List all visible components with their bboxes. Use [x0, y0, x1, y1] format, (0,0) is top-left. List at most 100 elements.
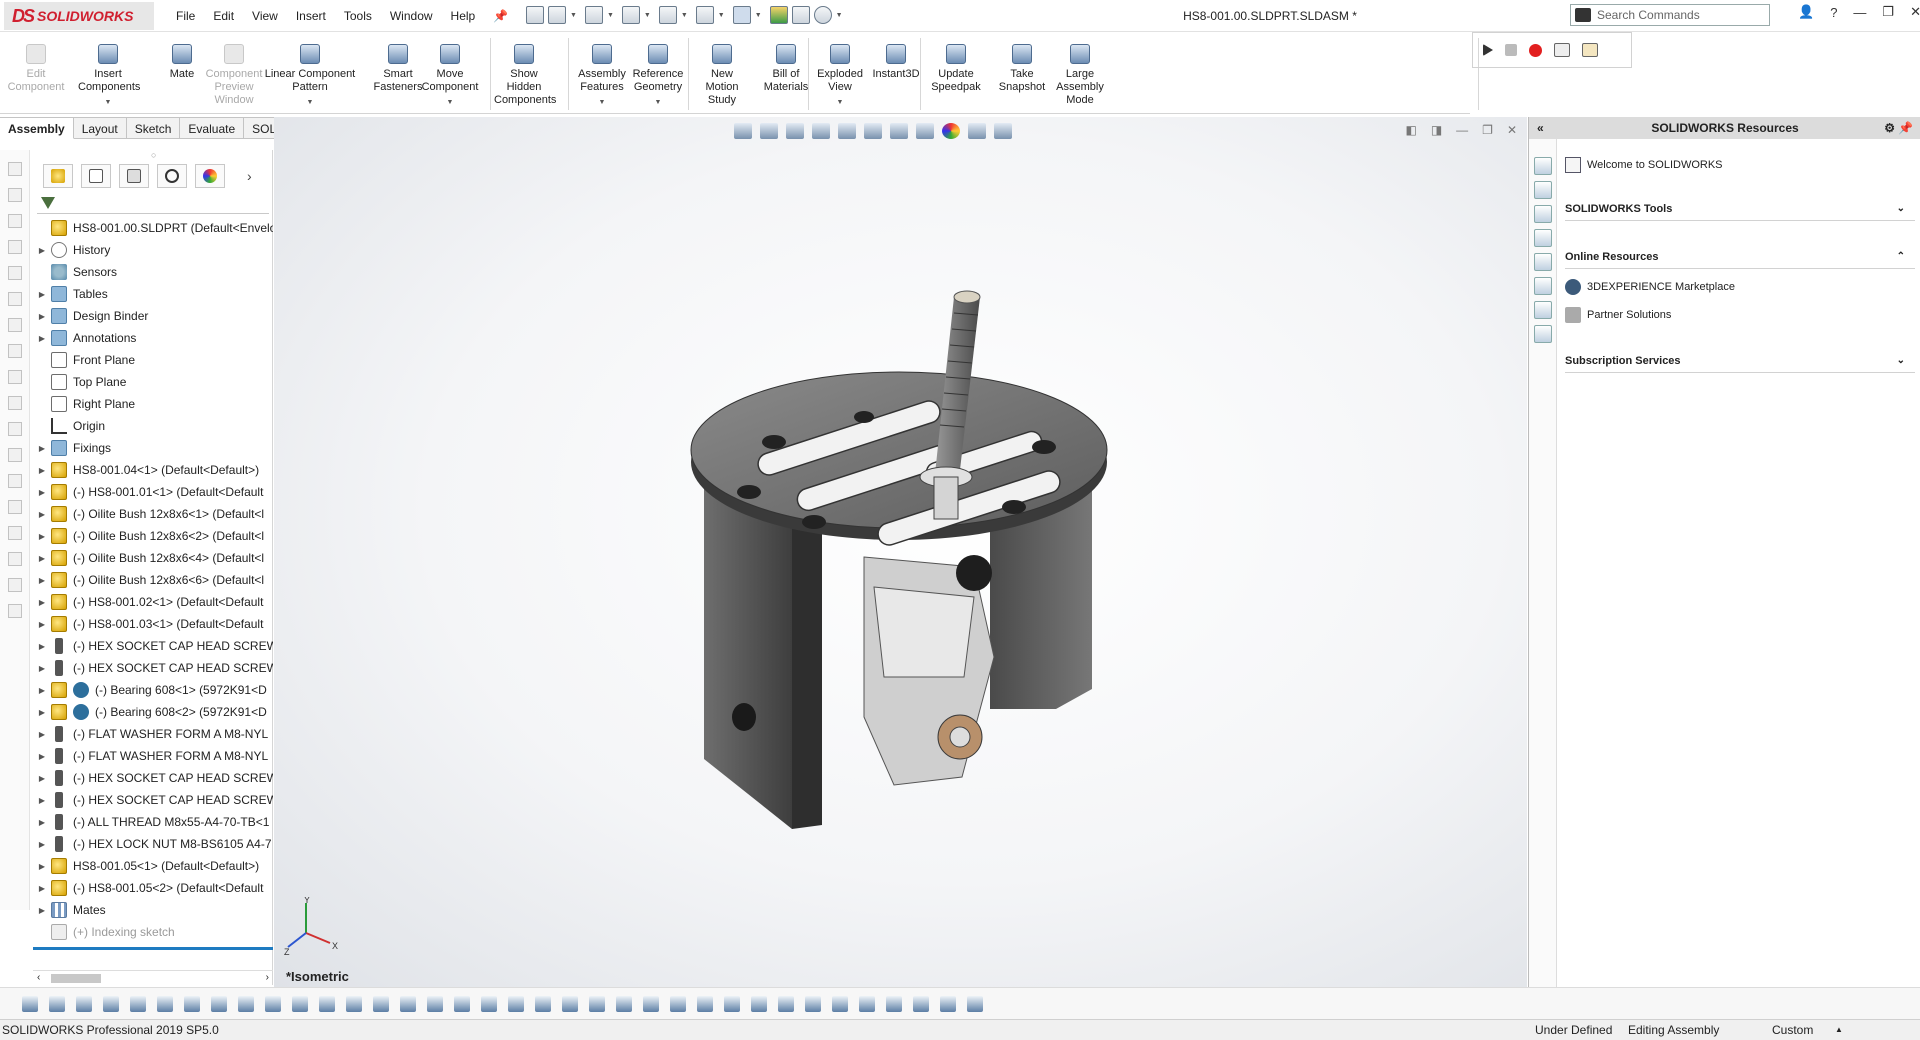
file-properties-icon[interactable]	[791, 6, 810, 24]
command-update-speedpak[interactable]: Update Speedpak	[926, 44, 986, 94]
tree-node[interactable]: ▶ History	[33, 239, 273, 261]
pane-options-gear-icon[interactable]: ⚙	[1884, 117, 1895, 139]
expand-arrow-icon[interactable]: ▶	[33, 708, 51, 717]
tree-node[interactable]: Front Plane	[33, 349, 273, 371]
menu-insert[interactable]: Insert	[296, 9, 326, 23]
strip-tool-icon[interactable]	[8, 526, 22, 540]
tree-node[interactable]: ▶ Mates	[33, 899, 273, 921]
units-selector[interactable]: Custom	[1772, 1020, 1813, 1040]
help-icon[interactable]: ?	[1830, 5, 1837, 20]
command-linear-component-pattern[interactable]: Linear Component Pattern ▼	[262, 44, 358, 109]
left-bracket-plate[interactable]	[704, 477, 792, 829]
expand-arrow-icon[interactable]: ▶	[33, 796, 51, 805]
filter-icon[interactable]	[41, 197, 55, 209]
sketch-tool-icon[interactable]	[265, 996, 281, 1012]
new-document-icon[interactable]	[548, 6, 566, 24]
tree-node[interactable]: ▶ Fixings	[33, 437, 273, 459]
tree-node[interactable]: ▶ (-) HEX SOCKET CAP HEAD SCREW I	[33, 767, 273, 789]
tree-node[interactable]: ▶ Annotations	[33, 327, 273, 349]
section-subscription-services[interactable]: Subscription Services ⌄	[1565, 349, 1915, 373]
menu-view[interactable]: View	[252, 9, 278, 23]
tree-horizontal-scrollbar[interactable]: ‹ ›	[33, 970, 273, 986]
tree-node[interactable]: Right Plane	[33, 393, 273, 415]
strip-tool-icon[interactable]	[8, 500, 22, 514]
tree-node[interactable]: Top Plane	[33, 371, 273, 393]
sketch-tool-icon[interactable]	[616, 996, 632, 1012]
sketch-tool-icon[interactable]	[535, 996, 551, 1012]
sketch-tool-icon[interactable]	[697, 996, 713, 1012]
solidworks-logo[interactable]: DS SOLIDWORKS	[4, 2, 154, 30]
expand-arrow-icon[interactable]: ▶	[33, 818, 51, 827]
home-icon[interactable]	[526, 6, 544, 24]
expand-arrow-icon[interactable]: ▶	[33, 334, 51, 343]
expand-arrow-icon[interactable]: ▶	[33, 576, 51, 585]
command-exploded-view[interactable]: Exploded View ▼	[810, 44, 870, 109]
tree-node[interactable]: ▶ (-) Bearing 608<2> (5972K91<D	[33, 701, 273, 723]
lever-sleeve[interactable]	[933, 476, 959, 520]
search-scope-icon[interactable]	[1575, 8, 1591, 22]
tree-node[interactable]: Sensors	[33, 261, 273, 283]
tree-node[interactable]: ▶ (-) HS8-001.01<1> (Default<Default	[33, 481, 273, 503]
strip-tool-icon[interactable]	[8, 396, 22, 410]
command-edit-component[interactable]: Edit Component	[6, 44, 66, 94]
expand-arrow-icon[interactable]: ▶	[33, 290, 51, 299]
tree-node[interactable]: ▶ (-) HEX SOCKET CAP HEAD SCREW I	[33, 789, 273, 811]
chevron-down-icon[interactable]: ⌄	[1897, 197, 1905, 221]
command-assembly-features[interactable]: Assembly Features ▼	[572, 44, 632, 109]
sketch-tool-icon[interactable]	[103, 996, 119, 1012]
dropdown-arrow-icon[interactable]: ▼	[572, 96, 632, 109]
tree-node[interactable]: ▶ (-) Oilite Bush 12x8x6<6> (Default<l	[33, 569, 273, 591]
rebuild-icon[interactable]	[769, 6, 788, 24]
sketch-tool-icon[interactable]	[670, 996, 686, 1012]
strip-tool-icon[interactable]	[8, 422, 22, 436]
dropdown-arrow-icon[interactable]: ▼	[262, 96, 358, 109]
command-mate[interactable]: Mate	[152, 44, 212, 81]
tree-root[interactable]: HS8-001.00.SLDPRT (Default<Envelo	[33, 217, 273, 239]
resource-link[interactable]: Partner Solutions	[1565, 307, 1671, 323]
appearances-icon[interactable]	[1534, 253, 1552, 271]
socket-screw-head[interactable]	[956, 555, 992, 591]
units-dropdown-icon[interactable]: ▲	[1835, 1020, 1843, 1040]
expand-arrow-icon[interactable]: ▶	[33, 444, 51, 453]
pin-menu-icon[interactable]: 📌	[493, 9, 508, 23]
dropdown-arrow-icon[interactable]: ▼	[420, 96, 480, 109]
expand-arrow-icon[interactable]: ▶	[33, 840, 51, 849]
expand-arrow-icon[interactable]: ▶	[33, 312, 51, 321]
display-manager-tab[interactable]	[195, 164, 225, 188]
options-gear-icon[interactable]	[813, 6, 832, 24]
sketch-tool-icon[interactable]	[454, 996, 470, 1012]
collapse-pane-icon[interactable]: «	[1537, 117, 1544, 139]
tree-node[interactable]: Origin	[33, 415, 273, 437]
expand-arrow-icon[interactable]: ▶	[33, 774, 51, 783]
sketch-tool-icon[interactable]	[130, 996, 146, 1012]
sketch-tool-icon[interactable]	[400, 996, 416, 1012]
tree-node[interactable]: ▶ (-) HS8-001.02<1> (Default<Default	[33, 591, 273, 613]
sketch-tool-icon[interactable]	[778, 996, 794, 1012]
tree-node[interactable]: (+) Indexing sketch	[33, 921, 273, 943]
messages-icon[interactable]	[1534, 325, 1552, 343]
expand-arrow-icon[interactable]: ▶	[33, 510, 51, 519]
select-pointer-icon[interactable]	[732, 6, 751, 24]
chevron-right-icon[interactable]: ›	[247, 168, 252, 184]
sketch-tool-icon[interactable]	[967, 996, 983, 1012]
strip-tool-icon[interactable]	[8, 344, 22, 358]
expand-arrow-icon[interactable]: ▶	[33, 664, 51, 673]
sketch-tool-icon[interactable]	[886, 996, 902, 1012]
left-bracket-hole[interactable]	[732, 703, 756, 731]
expand-arrow-icon[interactable]: ▶	[33, 906, 51, 915]
print-icon[interactable]	[658, 6, 677, 24]
expand-arrow-icon[interactable]: ▶	[33, 642, 51, 651]
close-icon[interactable]: ✕	[1910, 4, 1920, 20]
expand-arrow-icon[interactable]: ▶	[33, 532, 51, 541]
sketch-tool-icon[interactable]	[832, 996, 848, 1012]
sketch-tool-icon[interactable]	[724, 996, 740, 1012]
command-smart-fasteners[interactable]: Smart Fasteners	[368, 44, 428, 94]
strip-tool-icon[interactable]	[8, 240, 22, 254]
strip-tool-icon[interactable]	[8, 292, 22, 306]
pivot-bolt[interactable]	[949, 726, 971, 748]
resources-home-icon[interactable]	[1534, 157, 1552, 175]
expand-arrow-icon[interactable]: ▶	[33, 862, 51, 871]
sketch-tool-icon[interactable]	[562, 996, 578, 1012]
expand-arrow-icon[interactable]: ▶	[33, 620, 51, 629]
tree-node[interactable]: ▶ (-) HEX SOCKET CAP HEAD SCREW I	[33, 657, 273, 679]
